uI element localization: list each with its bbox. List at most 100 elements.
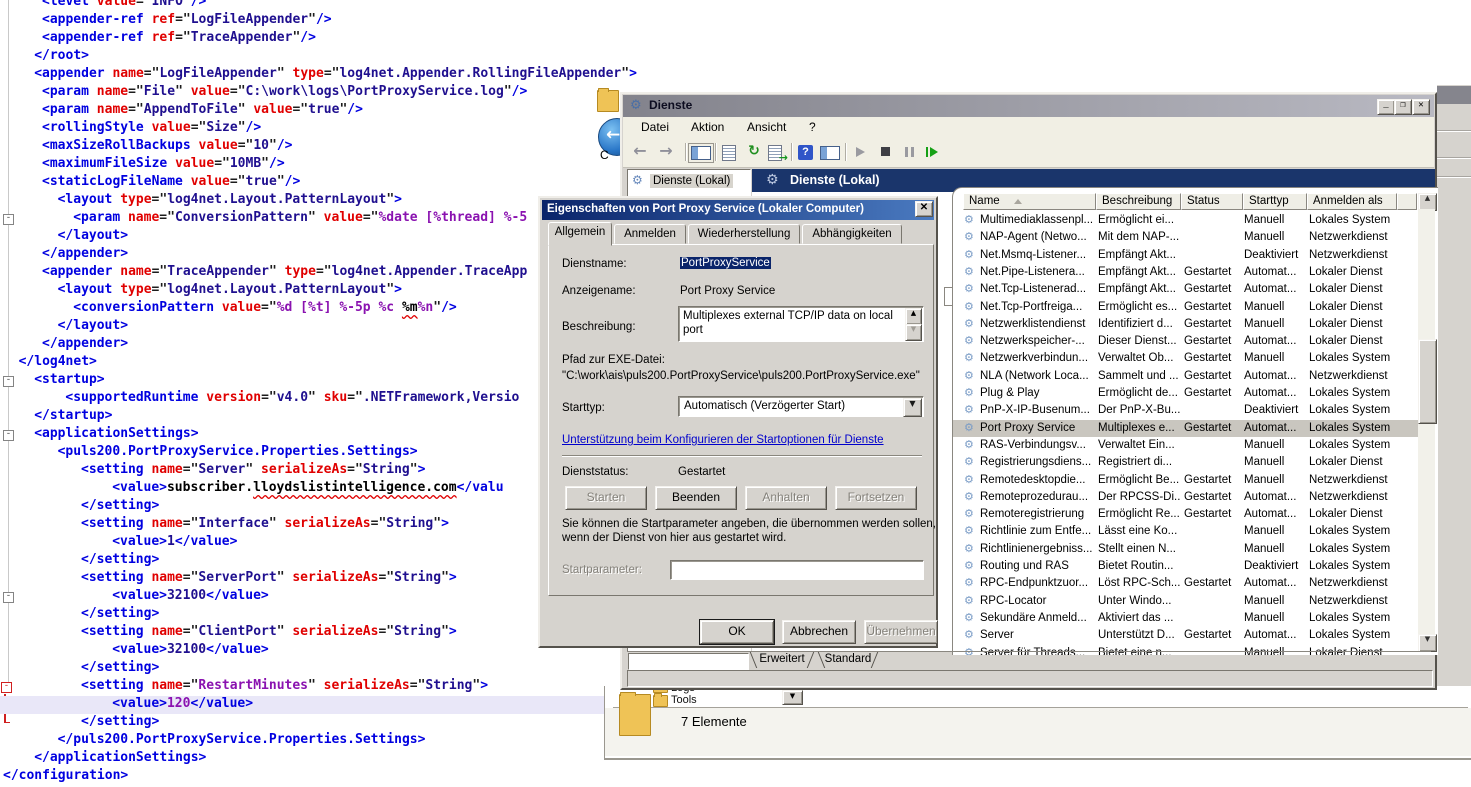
service-row[interactable]: ⚙Routing und RASBietet Routin...Deaktivi…: [953, 558, 1418, 575]
service-row[interactable]: ⚙Multimediaklassenpl...Ermöglicht ei...M…: [953, 212, 1418, 229]
apply-button[interactable]: Übernehmen: [864, 620, 938, 644]
stop-button[interactable]: Beenden: [655, 486, 737, 510]
tab-standard[interactable]: Standard: [817, 652, 879, 668]
tree-item-dienste-lokal[interactable]: Dienste (Lokal): [650, 174, 733, 188]
cell-name: Net.Tcp-Listenerad...: [980, 283, 1094, 295]
combo-dropdown-icon[interactable]: ▼: [903, 398, 922, 417]
service-row[interactable]: ⚙Plug & PlayErmöglicht de...GestartetAut…: [953, 385, 1418, 402]
column-header-status[interactable]: Status: [1181, 193, 1243, 210]
start-service-icon[interactable]: [851, 144, 869, 160]
cell-desc: Empfängt Akt...: [1098, 283, 1180, 295]
service-row[interactable]: ⚙NAP-Agent (Netwo...Mit dem NAP-...Manue…: [953, 229, 1418, 246]
service-row[interactable]: ⚙NetzwerklistendienstIdentifiziert d...G…: [953, 316, 1418, 333]
service-row[interactable]: ⚙Registrierungsdiens...Registriert di...…: [953, 454, 1418, 471]
service-row[interactable]: ⚙RemoteregistrierungErmöglicht Re...Gest…: [953, 506, 1418, 523]
code-line: </setting>: [0, 660, 712, 678]
cell-status: Gestartet: [1184, 370, 1241, 382]
service-row[interactable]: ⚙Netzwerkspeicher-...Dieser Dienst...Ges…: [953, 333, 1418, 350]
tab-anmelden[interactable]: Anmelden: [614, 224, 686, 244]
exe-path-value: "C:\work\ais\puls200.PortProxyService\pu…: [562, 370, 920, 382]
resume-button[interactable]: Fortsetzen: [835, 486, 917, 510]
service-row[interactable]: ⚙Sekundäre Anmeld...Aktiviert das ...Man…: [953, 610, 1418, 627]
menu-ansicht[interactable]: Ansicht: [747, 120, 786, 134]
column-header-anmelden-als[interactable]: Anmelden als: [1307, 193, 1397, 210]
forward-icon[interactable]: →: [657, 141, 675, 157]
service-row[interactable]: ⚙PnP-X-IP-Busenum...Der PnP-X-Bu...Deakt…: [953, 402, 1418, 419]
service-row[interactable]: ⚙RPC-LocatorUnter Windo...ManuellNetzwer…: [953, 593, 1418, 610]
scrollbar-down-icon[interactable]: ▼: [1418, 634, 1437, 652]
service-row[interactable]: ⚙RPC-Endpunktzuor...Löst RPC-Sch...Gesta…: [953, 575, 1418, 592]
back-icon[interactable]: ←: [631, 141, 649, 157]
tab-erweitert[interactable]: Erweitert: [749, 652, 815, 668]
scroll-up-icon[interactable]: ▲: [905, 308, 922, 325]
service-row[interactable]: ⚙ServerUnterstützt D...GestartetAutomat.…: [953, 627, 1418, 644]
scroll-down-icon[interactable]: ▼: [905, 324, 922, 341]
folder-item[interactable]: Tools: [671, 694, 697, 706]
cell-logon: Netzwerkdienst: [1309, 370, 1395, 382]
service-row[interactable]: ⚙Net.Msmq-Listener...Empfängt Akt...Deak…: [953, 247, 1418, 264]
ok-button[interactable]: OK: [700, 620, 774, 644]
service-row[interactable]: ⚙Remotedesktopdie...Ermöglicht Be...Gest…: [953, 472, 1418, 489]
service-row[interactable]: ⚙RAS-Verbindungsv...Verwaltet Ein...Manu…: [953, 437, 1418, 454]
minimize-button[interactable]: _: [1377, 99, 1395, 115]
start-params-label: Startparameter:: [562, 564, 642, 576]
extended-view-icon[interactable]: [820, 146, 840, 160]
item-count-status: 7 Elemente: [681, 714, 747, 729]
service-row[interactable]: ⚙Netzwerkverbindun...Verwaltet Ob...Gest…: [953, 350, 1418, 367]
help-icon[interactable]: ?: [798, 145, 813, 160]
start-button[interactable]: Starten: [565, 486, 647, 510]
service-row[interactable]: ⚙Remoteprozedurau...Der RPCSS-Di...Gesta…: [953, 489, 1418, 506]
cell-logon: Lokaler Dienst: [1309, 335, 1395, 347]
service-name-label: Dienstname:: [562, 258, 627, 270]
cancel-button[interactable]: Abbrechen: [782, 620, 856, 644]
tab-allgemein[interactable]: Allgemein: [548, 222, 612, 246]
scrollbar-thumb[interactable]: [1418, 339, 1437, 424]
cell-desc: Multiplexes e...: [1098, 422, 1180, 434]
tree-pane-bottom: [628, 653, 749, 670]
cell-logon: Lokales System: [1309, 387, 1395, 399]
properties-icon[interactable]: [722, 145, 736, 161]
service-row[interactable]: ⚙Richtlinie zum Entfe...Lässt eine Ko...…: [953, 523, 1418, 540]
cell-desc: Sammelt und ...: [1098, 370, 1180, 382]
menu-aktion[interactable]: Aktion: [691, 120, 724, 134]
service-gear-icon: ⚙: [964, 559, 974, 572]
dialog-close-icon[interactable]: ✕: [915, 201, 933, 217]
service-row[interactable]: ⚙NLA (Network Loca...Sammelt und ...Gest…: [953, 368, 1418, 385]
refresh-icon[interactable]: ↻: [745, 143, 763, 159]
close-button[interactable]: ✕: [1412, 99, 1430, 115]
tab-wiederherstellung[interactable]: Wiederherstellung: [688, 224, 800, 244]
tab-abhaengigkeiten[interactable]: Abhängigkeiten: [802, 224, 902, 244]
service-row[interactable]: ⚙Server für Threads...Bietet eine n...Ma…: [953, 645, 1418, 656]
dialog-titlebar[interactable]: Eigenschaften von Port Proxy Service (Lo…: [542, 200, 934, 220]
restart-service-icon[interactable]: [923, 144, 941, 160]
service-name-value[interactable]: PortProxyService: [680, 257, 771, 269]
column-header-name[interactable]: Name: [963, 193, 1096, 210]
service-row[interactable]: ⚙Net.Pipe-Listenera...Empfängt Akt...Ges…: [953, 264, 1418, 281]
column-header-starttyp[interactable]: Starttyp: [1243, 193, 1307, 210]
service-gear-icon: ⚙: [964, 455, 974, 468]
splitter-handle[interactable]: [944, 287, 953, 306]
cell-name: Net.Pipe-Listenera...: [980, 266, 1094, 278]
startup-type-combobox[interactable]: Automatisch (Verzögerter Start) ▼: [678, 396, 924, 417]
start-params-input[interactable]: [670, 560, 924, 580]
window-titlebar[interactable]: ⚙ Dienste _ ❐ ✕: [623, 95, 1434, 117]
pause-service-icon[interactable]: [901, 144, 919, 160]
startup-options-help-link[interactable]: Unterstützung beim Konfigurieren der Sta…: [562, 434, 884, 446]
maximize-button[interactable]: ❐: [1394, 99, 1412, 115]
service-row[interactable]: ⚙Richtlinienergebniss...Stellt einen N..…: [953, 541, 1418, 558]
description-textbox[interactable]: Multiplexes external TCP/IP data on loca…: [678, 306, 924, 342]
cell-desc: Der PnP-X-Bu...: [1098, 404, 1180, 416]
service-row[interactable]: ⚙Net.Tcp-Listenerad...Empfängt Akt...Ges…: [953, 281, 1418, 298]
show-tree-icon[interactable]: [691, 146, 711, 160]
menu-help[interactable]: ?: [809, 120, 816, 134]
service-row[interactable]: ⚙Net.Tcp-Portfreiga...Ermöglicht es...Ge…: [953, 299, 1418, 316]
export-list-icon[interactable]: [768, 145, 782, 161]
window-title: Dienste: [649, 98, 692, 112]
column-header-beschreibung[interactable]: Beschreibung: [1096, 193, 1181, 210]
stop-service-icon[interactable]: [877, 144, 895, 160]
pause-button[interactable]: Anhalten: [745, 486, 827, 510]
cell-start: Automat...: [1244, 266, 1305, 278]
combo-dropdown-icon[interactable]: ▼: [782, 690, 803, 705]
menu-datei[interactable]: Datei: [641, 120, 669, 134]
service-row[interactable]: ⚙Port Proxy ServiceMultiplexes e...Gesta…: [953, 420, 1418, 437]
